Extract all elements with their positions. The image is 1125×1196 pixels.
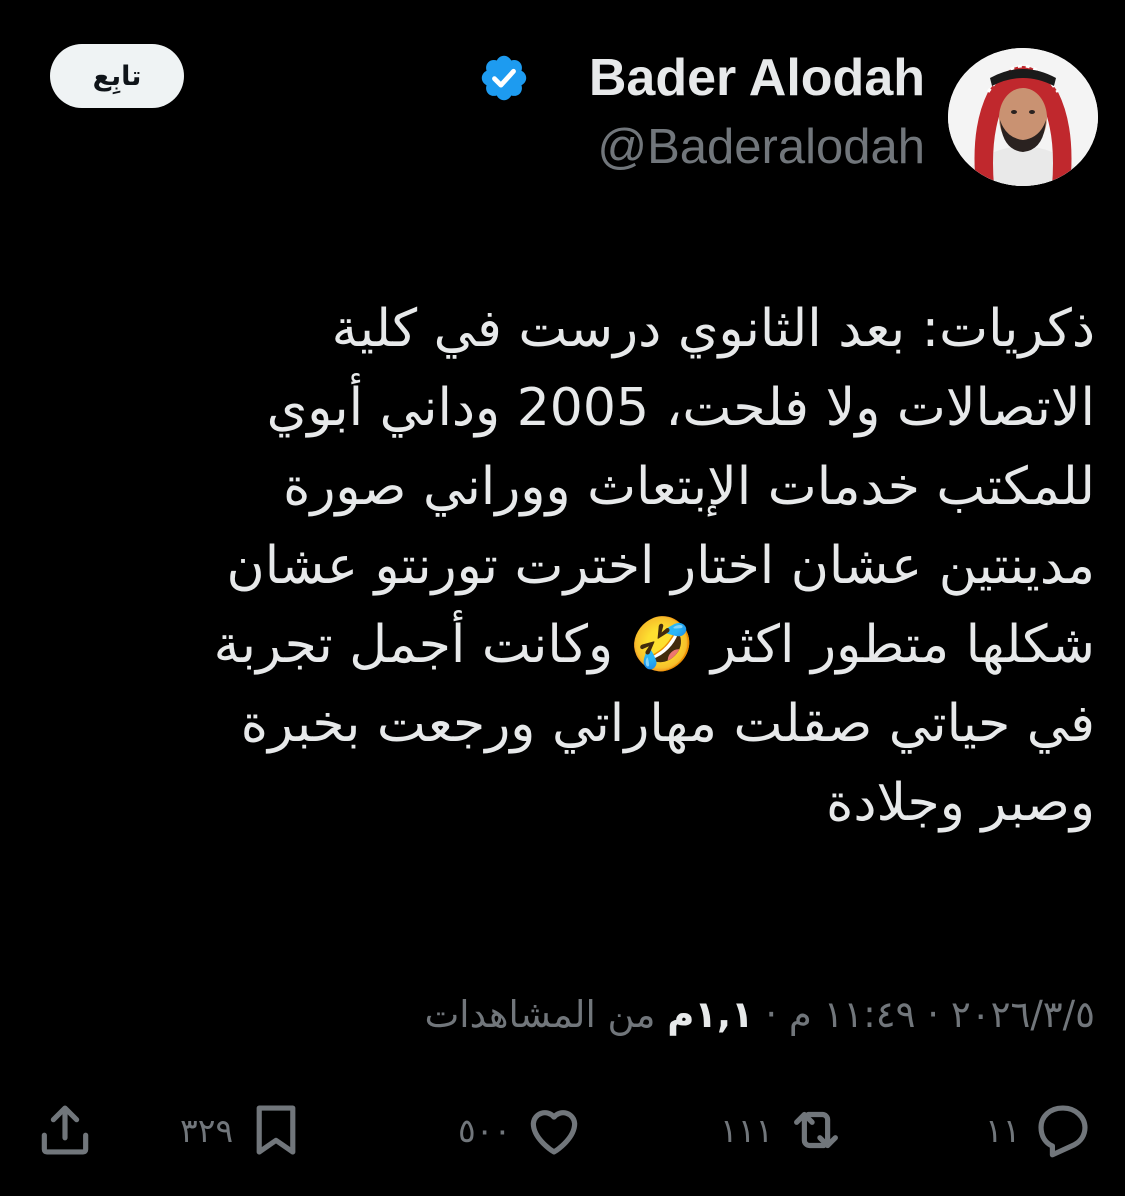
tweet-time[interactable]: ١١:٤٩ م (789, 993, 916, 1036)
follow-button[interactable]: تابِع (50, 44, 184, 108)
like-button[interactable]: ٥٠٠ (458, 1094, 585, 1166)
bookmark-button[interactable]: ٣٢٩ (180, 1094, 307, 1166)
reply-button[interactable]: ١١ (985, 1094, 1094, 1166)
author-handle[interactable]: @Baderalodah (597, 118, 925, 176)
share-icon (41, 1105, 89, 1155)
meta-separator: · (927, 993, 940, 1036)
tweet-date[interactable]: ٢٠٢٦/٣/٥ (951, 993, 1095, 1036)
reply-count: ١١ (985, 1110, 1021, 1150)
like-count: ٥٠٠ (458, 1110, 512, 1150)
tweet-line: الاتصالات ولا فلحت، 2005 وداني أبوي (266, 378, 1095, 438)
tweet-line: وصبر وجلادة (826, 773, 1095, 833)
tweet-text: ذكريات: بعد الثانوي درست في كلية الاتصال… (40, 290, 1095, 843)
repost-count: ١١١ (720, 1110, 774, 1150)
tweet-meta: ٢٠٢٦/٣/٥ · ١١:٤٩ م · ١,١م من المشاهدات (424, 990, 1095, 1040)
views-count: ١,١م (667, 993, 754, 1036)
verified-badge-icon (478, 52, 530, 104)
tweet-line: شكلها متطور اكثر 🤣 وكانت أجمل تجربة (213, 615, 1095, 675)
meta-separator: · (765, 993, 778, 1036)
tweet-line: ذكريات: بعد الثانوي درست في كلية (331, 299, 1095, 359)
tweet-line: في حياتي صقلت مهاراتي ورجعت بخبرة (240, 694, 1095, 754)
bookmark-count: ٣٢٩ (180, 1110, 234, 1150)
reply-icon (1038, 1105, 1088, 1158)
author-avatar[interactable] (948, 48, 1098, 186)
heart-icon (530, 1110, 578, 1155)
action-bar: ١١ ١١١ ٥٠٠ ٣٢٩ (0, 1094, 1125, 1174)
views-label: من المشاهدات (424, 993, 656, 1036)
repost-button[interactable]: ١١١ (720, 1094, 847, 1166)
bookmark-icon (256, 1105, 296, 1155)
author-display-name[interactable]: Bader Alodah (589, 48, 925, 108)
avatar-image (948, 48, 1098, 186)
tweet-line: مدينتين عشان اختار اخترت تورنتو عشان (226, 536, 1095, 596)
share-button[interactable] (34, 1094, 96, 1166)
repost-icon (794, 1111, 839, 1149)
tweet-line: للمكتب خدمات الإبتعاث ووراني صورة (283, 457, 1095, 517)
